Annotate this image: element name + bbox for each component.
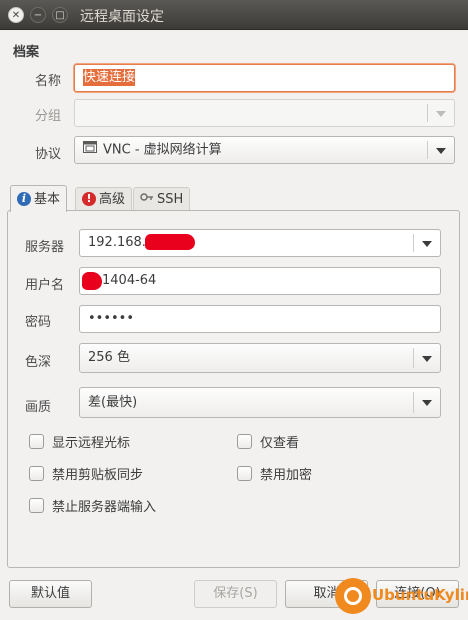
view-only-checkbox[interactable]: 仅查看 — [237, 432, 299, 451]
protocol-label: 协议 — [35, 147, 62, 162]
name-input[interactable]: 快速连接 — [74, 64, 455, 92]
combo-separator — [427, 141, 428, 159]
checkbox-box[interactable] — [237, 466, 252, 481]
checkbox-label: 禁用剪贴板同步 — [52, 468, 144, 483]
checkbox-label: 禁用加密 — [260, 468, 313, 483]
disable-encryption-checkbox[interactable]: 禁用加密 — [237, 464, 312, 483]
redaction-mark — [82, 272, 102, 290]
quality-value: 差(最快) — [88, 395, 138, 410]
chevron-down-icon — [436, 148, 446, 154]
warning-icon: ! — [82, 192, 96, 206]
close-icon[interactable]: ✕ — [8, 7, 24, 23]
redaction-mark — [145, 234, 195, 250]
profile-section-title: 档案 — [13, 45, 40, 60]
password-value: •••••• — [88, 311, 135, 326]
group-combo[interactable] — [74, 99, 455, 127]
protocol-combo[interactable]: VNC - 虚拟网络计算 — [74, 136, 455, 164]
password-input[interactable]: •••••• — [79, 305, 441, 333]
checkbox-box[interactable] — [29, 434, 44, 449]
combo-separator — [413, 392, 414, 413]
tab-ssh[interactable]: SSH — [133, 187, 191, 210]
save-button[interactable]: 保存(S) — [194, 580, 277, 608]
checkbox-box[interactable] — [29, 466, 44, 481]
window-title: 远程桌面设定 — [80, 9, 164, 25]
combo-separator — [413, 348, 414, 368]
tab-basic[interactable]: i 基本 — [10, 185, 68, 212]
username-input[interactable]: 1404-64 — [79, 267, 441, 295]
checkbox-box[interactable] — [237, 434, 252, 449]
logo-ring — [344, 587, 362, 605]
checkbox-label: 显示远程光标 — [52, 436, 131, 451]
combo-separator — [413, 234, 414, 252]
server-label: 服务器 — [25, 240, 65, 255]
checkbox-box[interactable] — [29, 498, 44, 513]
tab-advanced[interactable]: ! 高级 — [75, 187, 133, 210]
color-depth-label: 色深 — [25, 355, 52, 370]
chevron-down-icon — [422, 356, 432, 362]
username-value: 1404-64 — [102, 273, 157, 288]
key-icon — [140, 189, 154, 210]
combo-separator — [427, 104, 428, 122]
username-label: 用户名 — [25, 278, 65, 293]
quality-label: 画质 — [25, 400, 52, 415]
maximize-icon[interactable]: □ — [52, 7, 68, 23]
tab-ssh-label: SSH — [157, 191, 184, 207]
password-label: 密码 — [25, 315, 52, 330]
default-button[interactable]: 默认值 — [9, 580, 92, 608]
show-remote-cursor-checkbox[interactable]: 显示远程光标 — [29, 432, 130, 451]
checkbox-label: 禁止服务器端输入 — [52, 500, 157, 515]
color-depth-value: 256 色 — [88, 350, 130, 365]
checkbox-label: 仅查看 — [260, 436, 300, 451]
chevron-down-icon — [436, 111, 446, 117]
disable-clipboard-sync-checkbox[interactable]: 禁用剪贴板同步 — [29, 464, 143, 483]
quality-combo[interactable]: 差(最快) — [79, 387, 441, 418]
protocol-combo-value: VNC - 虚拟网络计算 — [103, 142, 222, 158]
title-bar: ✕ − □ 远程桌面设定 — [0, 0, 468, 30]
window-icon — [83, 137, 97, 163]
group-label: 分组 — [35, 109, 62, 124]
chevron-down-icon — [422, 400, 432, 406]
watermark-text: UbuntuKylin — [372, 586, 468, 604]
minimize-icon[interactable]: − — [30, 7, 46, 23]
info-icon: i — [17, 192, 31, 206]
disable-server-input-checkbox[interactable]: 禁止服务器端输入 — [29, 496, 156, 515]
tab-basic-label: 基本 — [34, 191, 61, 207]
server-combo[interactable]: 192.168.1 — [79, 229, 441, 257]
ubuntukylin-logo-icon — [335, 578, 371, 614]
color-depth-combo[interactable]: 256 色 — [79, 343, 441, 373]
name-input-value: 快速连接 — [83, 69, 136, 86]
tab-advanced-label: 高级 — [99, 191, 126, 207]
chevron-down-icon — [422, 241, 432, 247]
name-label: 名称 — [35, 74, 62, 89]
